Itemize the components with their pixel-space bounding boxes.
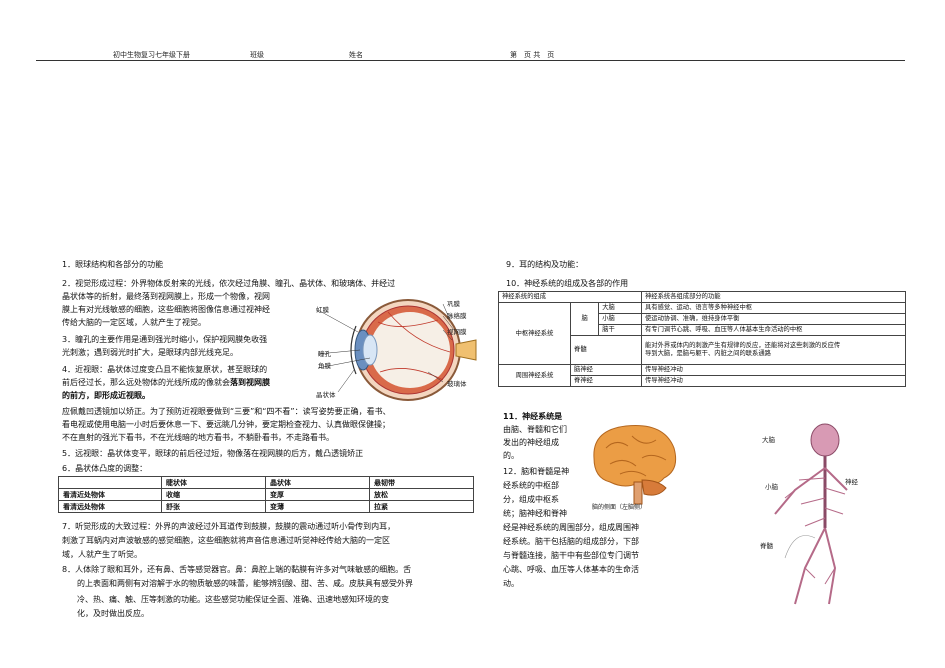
item-11-line2: 由脑、脊髓和它们: [503, 425, 567, 434]
figure-label-cerebellum: 小脑: [765, 483, 778, 491]
table-cell: 能对外界或体内的刺激产生有规律的反应，还能将对这些刺激的反应传 导到大脑，是脑与…: [641, 335, 906, 365]
item-7-line3: 域，人就产生了听觉。: [62, 550, 142, 559]
item-4-line2-text: 前后径过长，那么远处物体的光线所成的像就会: [62, 378, 230, 387]
table-cell: 睫状体: [161, 476, 266, 489]
table-header-row: 睫状体 晶状体 悬韧带: [58, 476, 474, 489]
table-row: 看清近处物体 收缩 变厚 放松: [58, 488, 474, 501]
table-cell-line: 导到大脑，是脑与躯干、内脏之间的联系通路: [645, 350, 771, 357]
item-4-line5: 看电视或使用电脑一小时后要休息一下、要远眺几分钟，要定期检查视力、认真做眼保健操…: [62, 420, 390, 429]
table-cell: 传导神经冲动: [641, 375, 906, 387]
item-11-line3: 发出的神经组成: [503, 438, 559, 447]
nervous-system-table: 神经系统的组成 神经系统各组成部分的功能 中枢神经系统 脑 大脑 具有感觉、运动…: [497, 291, 906, 387]
table-cell: 脑: [570, 302, 600, 336]
item-12-line4: 统；脑神经和脊神: [503, 509, 567, 518]
eye-label-vitreous: 玻璃体: [447, 380, 467, 388]
item-4-line3: 的前方，即形成近视眼。: [62, 391, 150, 400]
table-cell: 中枢神经系统: [497, 302, 572, 365]
eye-label-choroid: 脉络膜: [447, 312, 467, 320]
item-12-line6: 经系统。脑干包括脑的组成部分，下部: [503, 537, 639, 546]
header-class-label: 班级: [250, 51, 264, 59]
table-cell: 脑干: [598, 324, 642, 336]
header-page-label: 第 页 共 页: [510, 51, 555, 59]
item-12-line3: 分，组成中枢系: [503, 495, 559, 504]
table-cell: 大脑: [598, 302, 642, 314]
table-cell: 小脑: [598, 313, 642, 325]
table-cell: 拉紧: [369, 500, 474, 513]
eye-label-retina: 视网膜: [447, 328, 467, 336]
item-12-line2: 经系统的中枢部: [503, 481, 559, 490]
table-cell: 晶状体: [265, 476, 370, 489]
item-3-line2: 光刺激；遇到弱光时扩大，是眼球内部光线充足。: [62, 348, 238, 357]
brain-caption: 脑的侧面（左脑侧）: [592, 504, 647, 511]
item-11-line4: 的。: [503, 451, 519, 460]
table-cell: 神经系统各组成部分的功能: [641, 291, 906, 303]
table-header-row: 神经系统的组成 神经系统各组成部分的功能: [498, 291, 906, 303]
header-rule: [36, 60, 905, 61]
item-12-line8: 心跳、呼吸、血压等人体基本的生命活: [503, 565, 639, 574]
table-cell: 周围神经系统: [497, 364, 572, 387]
table-cell: 收缩: [161, 488, 266, 501]
item-12-line5: 经是神经系统的周围部分，组成周围神: [503, 523, 639, 532]
table-cell: 悬韧带: [369, 476, 474, 489]
item-5: 5．远视眼：晶状体变平，眼球的前后径过短，物像落在视网膜的后方，戴凸透镜矫正: [62, 449, 364, 458]
item-9: 9．耳的结构及功能：: [506, 260, 584, 269]
item-12-line1: 12．脑和脊髓是神: [503, 467, 570, 476]
item-8-line1: 8．人体除了眼和耳外，还有鼻、舌等感觉器官。鼻：鼻腔上端的黏膜有许多对气味敏感的…: [62, 565, 412, 574]
eye-label-sclera: 巩膜: [447, 300, 460, 308]
table-cell: 使运动协调、准确，维持身体平衡: [641, 313, 906, 325]
item-4-line1: 4．近视眼：晶状体过度变凸且不能恢复原状，甚至眼球的: [62, 365, 268, 374]
table-cell: 看清近处物体: [58, 488, 162, 501]
table-cell: 脊髓: [570, 335, 642, 365]
item-8-line2: 的上表面和两侧有对溶解于水的物质敏感的味蕾，能够辨别酸、甜、苦、咸。皮肤具有感受…: [77, 579, 413, 588]
brain-illustration: [593, 424, 677, 505]
table-cell: 脊神经: [570, 375, 642, 387]
item-8-line3: 冷、热、痛、触、压等刺激的功能。这些感觉功能保证全面、准确、迅速地感知环境的变: [77, 595, 389, 604]
table-cell: 脑神经: [570, 364, 642, 376]
table-cell: 具有感觉、运动、语言等多种神经中枢: [641, 302, 906, 314]
eye-label-cornea: 角膜: [318, 362, 331, 370]
table-cell: [58, 476, 162, 489]
item-6: 6．晶状体凸度的调整：: [62, 464, 148, 473]
table-row: 中枢神经系统 脑 大脑 具有感觉、运动、语言等多种神经中枢: [497, 302, 906, 365]
figure-label-cerebrum: 大脑: [762, 436, 775, 444]
item-12-line9: 动。: [503, 579, 519, 588]
lens-adjust-table: 睫状体 晶状体 悬韧带 看清近处物体 收缩 变厚 放松 看清远处物体 舒张 变薄…: [58, 476, 474, 513]
item-3-line1: 3．瞳孔的主要作用是通到强光时缩小，保护视网膜免收强: [62, 335, 268, 344]
item-2-line2: 晶状体等的折射，最终落到视网膜上，形成一个物像，视网: [62, 292, 270, 301]
figure-label-nerve: 神经: [845, 478, 858, 486]
item-2-line3: 膜上有对光线敏感的细胞，这些细胞将图像信息通过视神经: [62, 305, 270, 314]
item-1: 1．眼球结构和各部分的功能: [62, 260, 164, 269]
item-4-line2-bold: 落到视网膜: [230, 378, 270, 387]
table-cell: 看清远处物体: [58, 500, 162, 513]
eye-label-lens: 晶状体: [316, 391, 336, 399]
item-2-line1: 2．视觉形成过程：外界物体反射来的光线，依次经过角膜、瞳孔、晶状体、和玻璃体、并…: [62, 279, 396, 288]
item-11-line1-text: 11．神经系统是: [503, 412, 563, 421]
item-4-line2: 前后径过长，那么远处物体的光线所成的像就会落到视网膜: [62, 376, 270, 389]
table-cell: 传导神经冲动: [641, 364, 906, 376]
item-11-line1: 11．神经系统是: [503, 410, 562, 423]
table-cell: 变薄: [265, 500, 370, 513]
table-row: 看清远处物体 舒张 变薄 拉紧: [58, 500, 474, 513]
eye-label-pupil: 瞳孔: [318, 350, 331, 358]
table-cell: 神经系统的组成: [498, 291, 642, 303]
header-course: 初中生物复习七年级下册: [113, 51, 190, 59]
table-cell-line: 能对外界或体内的刺激产生有规律的反应，还能将对这些刺激的反应传: [645, 342, 841, 349]
item-8-line4: 化，及时做出反应。: [77, 609, 149, 618]
table-cell: 有专门调节心跳、呼吸、血压等人体基本生命活动的中枢: [641, 324, 906, 336]
item-12-line7: 与脊髓连接，脑干中有些部位专门调节: [503, 551, 639, 560]
header-name-label: 姓名: [349, 51, 363, 59]
item-7-line1: 7．听觉形成的大致过程：外界的声波经过外耳道传到鼓膜，鼓膜的震动通过听小骨传到内…: [62, 522, 396, 531]
item-7-line2: 刺激了耳蜗内对声波敏感的感觉细胞，这些细胞就将声音信息通过听觉神经传给大脑的一定…: [62, 536, 390, 545]
table-cell: 变厚: [265, 488, 370, 501]
item-2-line4: 传给大脑的一定区域，人就产生了视觉。: [62, 318, 206, 327]
eye-label-iris: 虹膜: [316, 306, 329, 314]
table-cell: 舒张: [161, 500, 266, 513]
item-4-line6: 不在直射的强光下看书，不在光线暗的地方看书，不躺卧看书，不走路看书。: [62, 433, 334, 442]
table-cell: 放松: [369, 488, 474, 501]
item-10: 10．神经系统的组成及各部的作用: [506, 279, 629, 288]
table-row: 周围神经系统 脑神经 传导神经冲动: [497, 364, 906, 387]
nervous-system-figure: [774, 423, 848, 605]
figure-label-spinal-cord: 脊髓: [760, 542, 773, 550]
